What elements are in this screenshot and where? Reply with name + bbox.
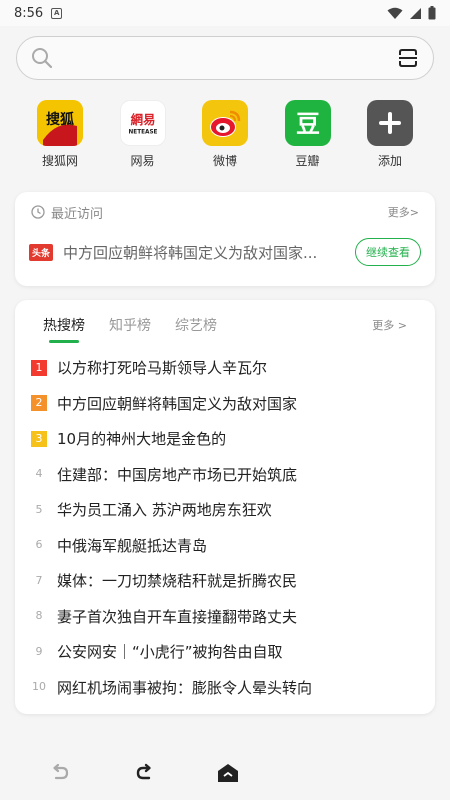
list-item-title[interactable]: 网红机场闹事被拘：膨胀令人晕头转向 [57, 677, 312, 698]
tab-zhihu[interactable]: 知乎榜 [109, 315, 151, 335]
shortcut-label: 微博 [212, 154, 237, 168]
hot-list-card: 热搜榜 知乎榜 综艺榜 更多 > 1 以方称打死哈马斯领导人辛瓦尔 2 中方回应朝鲜… [15, 300, 435, 714]
signal-icon [410, 7, 421, 19]
recent-visits-card: 最近访问 更多> 头条 中方回应朝鲜将韩国定义为敌对国家... 继续查看 [15, 192, 435, 286]
rank-number: 9 [35, 644, 43, 658]
list-item-title[interactable]: 媒体：一刀切禁烧秸秆就是折腾农民 [57, 570, 297, 591]
sohu-logo-icon: 搜狐 [37, 100, 83, 146]
search-bar[interactable] [16, 36, 434, 80]
tab-hot-search[interactable]: 热搜榜 [43, 315, 85, 343]
shortcut-add[interactable]: 添加 [350, 100, 430, 170]
recent-item-title[interactable]: 中方回应朝鲜将韩国定义为敌对国家... [63, 242, 333, 263]
status-bar: 8:56 A [0, 0, 450, 26]
rank-badge: 1 [31, 359, 47, 376]
list-item[interactable]: 2 中方回应朝鲜将韩国定义为敌对国家 [31, 386, 419, 422]
rank-number: 10 [32, 680, 46, 694]
recent-item[interactable]: 头条 中方回应朝鲜将韩国定义为敌对国家... 继续查看 [15, 232, 435, 272]
list-item[interactable]: 7 媒体：一刀切禁烧秸秆就是折腾农民 [31, 563, 419, 599]
battery-icon [428, 6, 436, 20]
rank-badge: 3 [31, 430, 47, 447]
list-item[interactable]: 8 妻子首次独自开车直接撞翻带路丈夫 [31, 599, 419, 635]
back-button[interactable] [40, 753, 80, 793]
list-item-title[interactable]: 公安网安｜“小虎行”被拘咎由自取 [57, 641, 283, 662]
list-item[interactable]: 9 公安网安｜“小虎行”被拘咎由自取 [31, 634, 419, 670]
search-icon [32, 48, 53, 69]
status-icons [387, 6, 436, 20]
shortcut-label: 网易 [130, 154, 155, 168]
wifi-icon [387, 7, 403, 19]
list-item-title[interactable]: 10月的神州大地是金色的 [57, 428, 226, 449]
shortcut-label: 添加 [377, 154, 402, 168]
weibo-logo-icon [202, 100, 248, 146]
shortcut-sohu[interactable]: 搜狐 搜狐网 [20, 100, 100, 170]
plus-icon [367, 100, 413, 146]
hot-tabs: 热搜榜 知乎榜 综艺榜 更多 > [15, 300, 435, 350]
rank-number: 5 [35, 502, 43, 516]
list-item[interactable]: 5 华为员工涌入 苏沪两地房东狂欢 [31, 492, 419, 528]
svg-text:搜狐: 搜狐 [46, 111, 74, 128]
toutiao-badge: 头条 [29, 243, 54, 261]
tab-variety[interactable]: 综艺榜 [175, 315, 217, 335]
list-item[interactable]: 10 网红机场闹事被拘：膨胀令人晕头转向 [31, 670, 419, 706]
netease-logo-icon: 網易 NETEASE [119, 100, 166, 146]
svg-text:豆: 豆 [296, 110, 320, 138]
shortcut-douban[interactable]: 豆 豆瓣 [268, 100, 348, 170]
rank-number: 7 [35, 573, 43, 587]
shortcut-weibo[interactable]: 微博 [185, 100, 265, 170]
list-item-title[interactable]: 住建部：中国房地产市场已开始筑底 [57, 464, 297, 485]
list-item-title[interactable]: 以方称打死哈马斯领导人辛瓦尔 [57, 357, 267, 378]
shortcut-label: 搜狐网 [41, 154, 78, 168]
list-item[interactable]: 6 中俄海军舰艇抵达青岛 [31, 528, 419, 564]
recent-more-link[interactable]: 更多> [388, 204, 419, 220]
svg-text:網易: 網易 [130, 112, 155, 127]
recent-header: 最近访问 更多> [15, 192, 435, 232]
list-item[interactable]: 4 住建部：中国房地产市场已开始筑底 [31, 457, 419, 493]
douban-logo-icon: 豆 [284, 100, 331, 146]
bottom-nav [0, 745, 450, 800]
status-time: 8:56 [14, 5, 44, 21]
hot-list: 1 以方称打死哈马斯领导人辛瓦尔 2 中方回应朝鲜将韩国定义为敌对国家 3 10月的神… [15, 350, 435, 705]
forward-button[interactable] [124, 753, 164, 793]
list-item[interactable]: 3 10月的神州大地是金色的 [31, 421, 419, 457]
list-item-title[interactable]: 华为员工涌入 苏沪两地房东狂欢 [57, 499, 272, 520]
rank-number: 6 [35, 538, 43, 552]
svg-text:NETEASE: NETEASE [128, 130, 157, 136]
redo-arrow-icon [136, 763, 151, 779]
home-icon [218, 763, 238, 782]
hot-more-link[interactable]: 更多 > [372, 317, 407, 333]
list-item-title[interactable]: 中方回应朝鲜将韩国定义为敌对国家 [57, 393, 297, 414]
list-item-title[interactable]: 中俄海军舰艇抵达青岛 [57, 535, 207, 556]
continue-button[interactable]: 继续查看 [355, 238, 421, 266]
search-input[interactable] [61, 37, 397, 79]
list-item-title[interactable]: 妻子首次独自开车直接撞翻带路丈夫 [57, 606, 297, 627]
recent-title: 最近访问 [51, 206, 104, 222]
shortcut-label: 豆瓣 [295, 154, 320, 168]
undo-arrow-icon [53, 763, 69, 779]
rank-number: 8 [35, 609, 43, 623]
rank-badge: 2 [31, 395, 47, 412]
scan-icon[interactable] [397, 47, 419, 69]
shortcut-grid: 搜狐 搜狐网 網易 NETEASE 网易 微博 豆 豆瓣 添加 [20, 100, 430, 170]
home-button[interactable] [208, 753, 248, 793]
clock-icon [31, 205, 45, 219]
list-item[interactable]: 1 以方称打死哈马斯领导人辛瓦尔 [31, 350, 419, 386]
notification-icon: A [51, 7, 63, 19]
shortcut-netease[interactable]: 網易 NETEASE 网易 [103, 100, 183, 170]
rank-number: 4 [35, 467, 43, 481]
